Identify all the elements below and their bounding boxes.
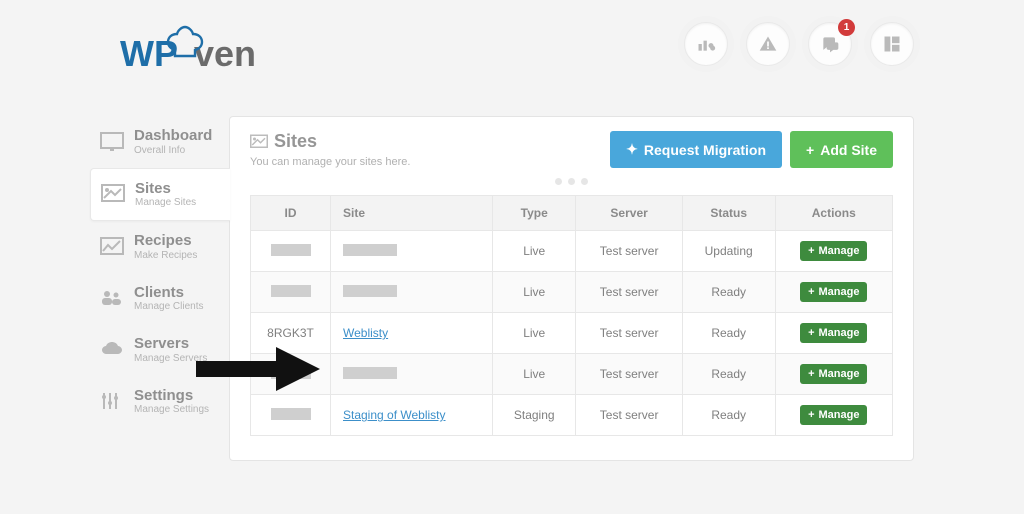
cell-type: Live: [492, 313, 575, 354]
sidebar-item-clients[interactable]: ClientsManage Clients: [90, 273, 230, 325]
servers-icon: [100, 340, 124, 360]
sidebar-sub: Overall Info: [134, 145, 212, 156]
manage-button[interactable]: Manage: [800, 282, 867, 302]
col-id: ID: [251, 196, 331, 231]
col-type: Type: [492, 196, 575, 231]
table-row: LiveTest serverUpdating Manage: [251, 231, 893, 272]
cell-actions: Manage: [775, 354, 892, 395]
notification-badge: 1: [838, 19, 855, 36]
brand-text-2: ven: [194, 33, 256, 74]
cell-type: Live: [492, 272, 575, 313]
page-title-text: Sites: [274, 131, 317, 152]
cell-type: Live: [492, 231, 575, 272]
recipes-icon: [100, 237, 124, 257]
cell-id: [251, 395, 331, 436]
table-row: Staging of Weblisty StagingTest serverRea…: [251, 395, 893, 436]
cell-status: Ready: [682, 313, 775, 354]
col-server: Server: [576, 196, 682, 231]
col-site: Site: [331, 196, 493, 231]
alerts-icon-button[interactable]: [746, 22, 790, 66]
cell-server: Test server: [576, 313, 682, 354]
annotation-arrow: [196, 347, 320, 391]
col-actions: Actions: [775, 196, 892, 231]
sidebar-label: Clients: [134, 285, 203, 302]
manage-button[interactable]: Manage: [800, 323, 867, 343]
brand-logo[interactable]: WP ven: [120, 18, 280, 83]
page-subtitle: You can manage your sites here.: [250, 156, 410, 168]
panel-header: Sites You can manage your sites here. ✦ …: [250, 131, 893, 168]
cell-type: Staging: [492, 395, 575, 436]
messages-icon-button[interactable]: 1: [808, 22, 852, 66]
cell-server: Test server: [576, 354, 682, 395]
site-link[interactable]: Staging of Weblisty: [343, 408, 446, 422]
table-row: LiveTest serverReady Manage: [251, 354, 893, 395]
carousel-dots: [250, 178, 893, 185]
sidebar-label: Recipes: [134, 233, 197, 250]
button-label: Request Migration: [644, 142, 766, 158]
col-status: Status: [682, 196, 775, 231]
manage-button[interactable]: Manage: [800, 405, 867, 425]
dashboard-icon-button[interactable]: [870, 22, 914, 66]
cell-status: Ready: [682, 272, 775, 313]
plus-icon: ✦: [626, 141, 638, 158]
sidebar-sub: Manage Sites: [135, 197, 196, 208]
cell-status: Ready: [682, 395, 775, 436]
page-title: Sites: [250, 131, 410, 152]
sidebar-sub: Make Recipes: [134, 250, 197, 261]
cell-site: [331, 231, 493, 272]
sites-icon: [101, 184, 125, 204]
sidebar-label: Dashboard: [134, 128, 212, 145]
cell-id: [251, 272, 331, 313]
sites-icon: [250, 134, 268, 150]
dashboard-icon: [100, 132, 124, 152]
sidebar-item-sites[interactable]: SitesManage Sites: [90, 168, 230, 222]
clients-icon: [100, 288, 124, 308]
manage-button[interactable]: Manage: [800, 364, 867, 384]
cell-server: Test server: [576, 272, 682, 313]
sidebar-item-dashboard[interactable]: DashboardOverall Info: [90, 116, 230, 168]
request-migration-button[interactable]: ✦ Request Migration: [610, 131, 782, 168]
cell-site: [331, 354, 493, 395]
button-label: Add Site: [820, 142, 877, 158]
cell-actions: Manage: [775, 395, 892, 436]
cell-site: Staging of Weblisty: [331, 395, 493, 436]
revenue-icon-button[interactable]: [684, 22, 728, 66]
cell-server: Test server: [576, 395, 682, 436]
sidebar-item-recipes[interactable]: RecipesMake Recipes: [90, 221, 230, 273]
cell-site: Weblisty: [331, 313, 493, 354]
sidebar-label: Sites: [135, 181, 196, 198]
table-row: 8RGK3TWeblistyLiveTest serverReady Manag…: [251, 313, 893, 354]
cell-actions: Manage: [775, 272, 892, 313]
cell-actions: Manage: [775, 231, 892, 272]
sidebar-sub: Manage Settings: [134, 404, 209, 415]
cell-id: [251, 231, 331, 272]
cell-type: Live: [492, 354, 575, 395]
cell-actions: Manage: [775, 313, 892, 354]
site-link[interactable]: Weblisty: [343, 326, 388, 340]
sidebar-sub: Manage Clients: [134, 301, 203, 312]
add-site-button[interactable]: + Add Site: [790, 131, 893, 168]
cell-status: Ready: [682, 354, 775, 395]
sites-panel: Sites You can manage your sites here. ✦ …: [229, 116, 914, 461]
cell-status: Updating: [682, 231, 775, 272]
settings-icon: [100, 391, 124, 411]
cell-server: Test server: [576, 231, 682, 272]
manage-button[interactable]: Manage: [800, 241, 867, 261]
cell-site: [331, 272, 493, 313]
table-row: LiveTest serverReady Manage: [251, 272, 893, 313]
plus-icon: +: [806, 142, 814, 158]
top-action-bar: 1: [684, 22, 914, 66]
sites-table: ID Site Type Server Status Actions LiveT…: [250, 195, 893, 436]
